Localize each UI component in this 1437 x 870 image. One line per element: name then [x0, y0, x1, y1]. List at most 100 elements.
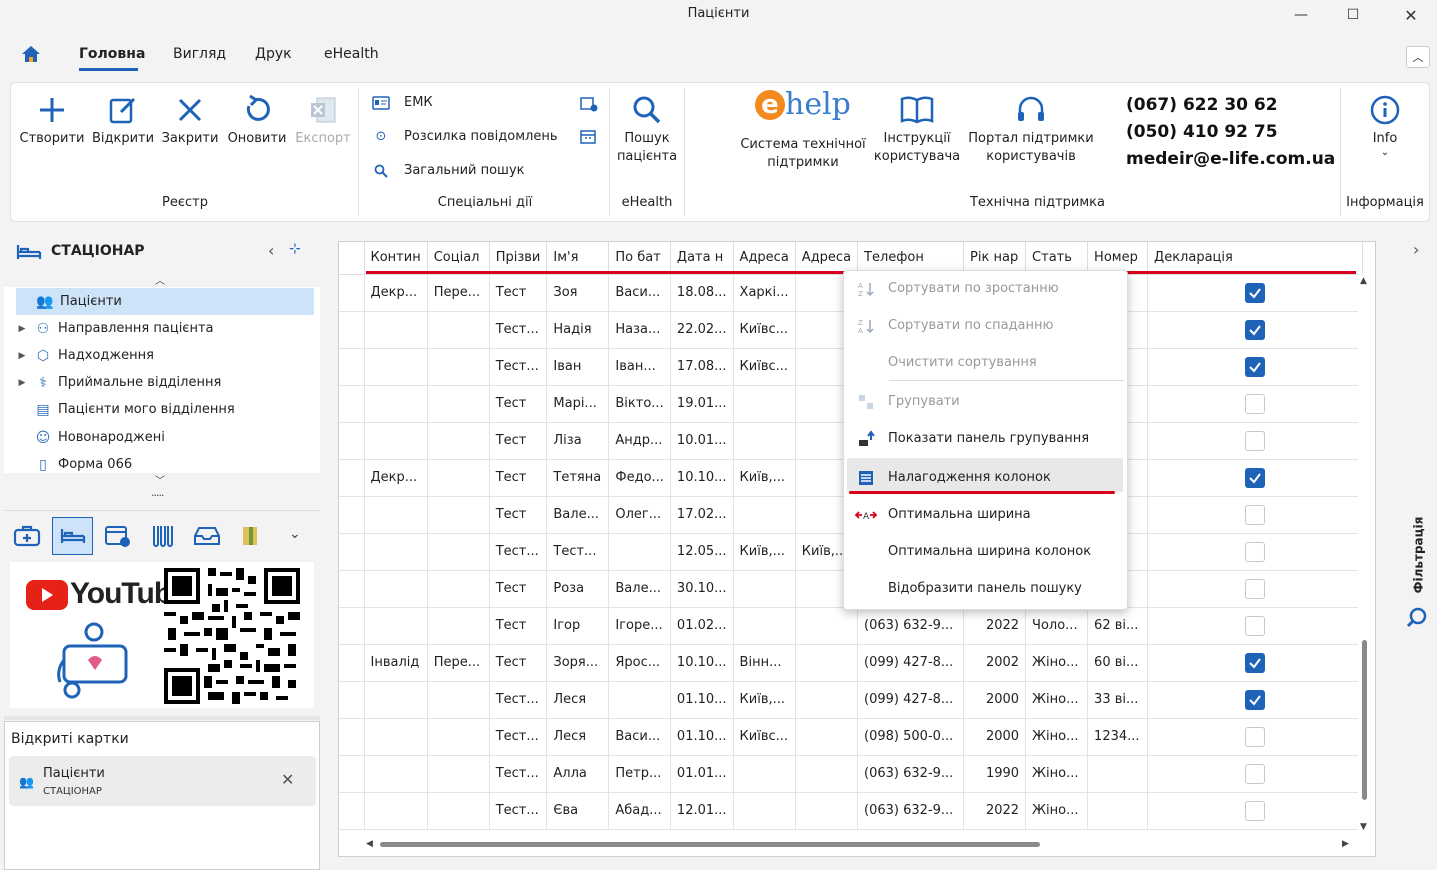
row-indicator[interactable] [339, 755, 365, 793]
table-cell[interactable]: Київ,... [733, 681, 796, 719]
table-cell[interactable] [364, 496, 428, 534]
table-cell[interactable]: (063) 632-9... [857, 755, 965, 793]
column-header[interactable]: Адреса [733, 242, 796, 275]
table-cell[interactable] [733, 792, 796, 830]
declaration-checkbox[interactable] [1245, 726, 1266, 747]
row-indicator[interactable] [339, 496, 365, 534]
calendar-icon[interactable] [580, 130, 596, 148]
table-cell[interactable]: Іван [546, 348, 610, 386]
row-indicator[interactable] [339, 385, 365, 423]
table-cell[interactable] [733, 755, 796, 793]
table-cell[interactable] [364, 311, 428, 349]
table-cell[interactable] [364, 681, 428, 719]
declaration-checkbox[interactable] [1245, 430, 1266, 451]
archive-icon[interactable] [240, 524, 264, 552]
table-row[interactable]: Тест Ігор Ігоре... 01.02... (063) 632-9... 20… [339, 607, 1364, 645]
table-cell[interactable]: Декр... [364, 459, 428, 497]
table-cell[interactable] [364, 792, 428, 830]
filter-tab[interactable]: Фільтрація [1408, 515, 1428, 595]
row-indicator[interactable] [339, 681, 365, 719]
table-row[interactable]: Тест... Алла Петр... 01.01... (063) 632-9...… [339, 755, 1364, 793]
table-row[interactable]: Тест... Єва Абад... 12.01... (063) 632-9... 2… [339, 792, 1364, 830]
lab-tubes-icon[interactable] [150, 524, 176, 552]
table-cell[interactable] [1087, 755, 1149, 793]
table-cell[interactable]: Петр... [608, 755, 671, 793]
close-card-icon[interactable]: ✕ [281, 770, 294, 789]
context-menu-item[interactable]: Показати панель групування [844, 420, 1129, 457]
table-cell[interactable]: Надія [546, 311, 610, 349]
table-cell[interactable]: Вале... [546, 496, 610, 534]
table-cell[interactable]: Васи... [608, 718, 671, 756]
table-cell[interactable] [364, 385, 428, 423]
table-cell[interactable] [733, 496, 796, 534]
column-header[interactable]: Контин [364, 242, 428, 275]
column-header[interactable]: Ім'я [546, 242, 610, 275]
expand-right-icon[interactable]: › [1413, 240, 1419, 259]
table-cell[interactable] [364, 533, 428, 571]
row-indicator[interactable] [339, 459, 365, 497]
mailing-item[interactable]: ⊙ Розсилка повідомлень [372, 129, 558, 144]
table-cell[interactable] [364, 570, 428, 608]
nav-item-my-department[interactable]: ▤ Пацієнти мого відділення [14, 396, 330, 423]
table-cell[interactable]: Жіно... [1025, 644, 1089, 682]
search-patient-button[interactable]: Пошук пацієнта [612, 94, 682, 166]
declaration-checkbox[interactable] [1245, 578, 1266, 599]
row-indicator[interactable] [339, 422, 365, 460]
table-cell[interactable]: (099) 427-8... [857, 644, 965, 682]
table-cell[interactable]: (063) 632-9... [857, 792, 965, 830]
table-cell[interactable] [1147, 681, 1364, 719]
table-cell[interactable] [427, 755, 490, 793]
table-cell[interactable]: Тест... [489, 792, 548, 830]
table-cell[interactable]: Абад... [608, 792, 671, 830]
table-cell[interactable] [364, 718, 428, 756]
tab-home[interactable]: Головна [79, 46, 145, 62]
support-email[interactable]: medeir@e-life.com.ua [1126, 146, 1335, 173]
table-cell[interactable]: Тест [489, 459, 548, 497]
table-cell[interactable] [427, 422, 490, 460]
table-cell[interactable]: Вале... [608, 570, 671, 608]
user-guide-button[interactable]: Інструкції користувача [872, 94, 962, 166]
declaration-checkbox[interactable] [1245, 282, 1266, 303]
scroll-left-arrow-icon[interactable]: ◀ [366, 839, 373, 849]
table-cell[interactable] [427, 311, 490, 349]
column-header[interactable]: Прізви [489, 242, 548, 275]
table-cell[interactable] [733, 607, 796, 645]
declaration-checkbox[interactable] [1245, 504, 1266, 525]
table-cell[interactable]: (063) 632-9... [857, 607, 965, 645]
table-cell[interactable] [1147, 644, 1364, 682]
row-indicator[interactable] [339, 644, 365, 682]
open-card-item[interactable] [9, 756, 316, 806]
table-cell[interactable]: Тест... [489, 681, 548, 719]
table-cell[interactable]: Київс... [733, 348, 796, 386]
expand-arrow-icon[interactable]: ▶ [14, 378, 30, 388]
table-cell[interactable]: Ярос... [608, 644, 671, 682]
minimize-button[interactable]: — [1278, 0, 1324, 30]
table-cell[interactable] [795, 681, 859, 719]
table-cell[interactable] [427, 348, 490, 386]
table-cell[interactable]: Жіно... [1025, 792, 1089, 830]
table-cell[interactable]: 12.01... [670, 792, 734, 830]
declaration-checkbox[interactable] [1245, 541, 1266, 562]
column-header[interactable]: По бат [608, 242, 671, 275]
table-cell[interactable] [1147, 533, 1364, 571]
table-cell[interactable]: 01.01... [670, 755, 734, 793]
table-cell[interactable] [733, 570, 796, 608]
table-cell[interactable] [1147, 385, 1364, 423]
collapse-ribbon-button[interactable]: ︿ [1406, 46, 1430, 68]
table-cell[interactable]: Іван... [608, 348, 671, 386]
table-cell[interactable]: Леся [546, 681, 610, 719]
table-cell[interactable]: 30.10... [670, 570, 734, 608]
nav-item-reception[interactable]: ▶ ⚕ Приймальне відділення [14, 369, 330, 396]
table-cell[interactable]: Жіно... [1025, 718, 1089, 756]
table-cell[interactable]: Інвалід [364, 644, 428, 682]
declaration-checkbox[interactable] [1245, 652, 1266, 673]
table-cell[interactable] [1147, 570, 1364, 608]
table-cell[interactable]: Жіно... [1025, 681, 1089, 719]
table-cell[interactable] [1147, 311, 1364, 349]
create-button[interactable]: Створити [18, 94, 86, 148]
refresh-button[interactable]: Оновити [224, 94, 290, 148]
table-cell[interactable]: Тест... [489, 311, 548, 349]
tab-ehealth[interactable]: eHealth [324, 46, 379, 62]
table-row[interactable]: Тест... Леся Васи... 01.10... Київс... (098) … [339, 718, 1364, 756]
table-cell[interactable]: Тест... [489, 718, 548, 756]
